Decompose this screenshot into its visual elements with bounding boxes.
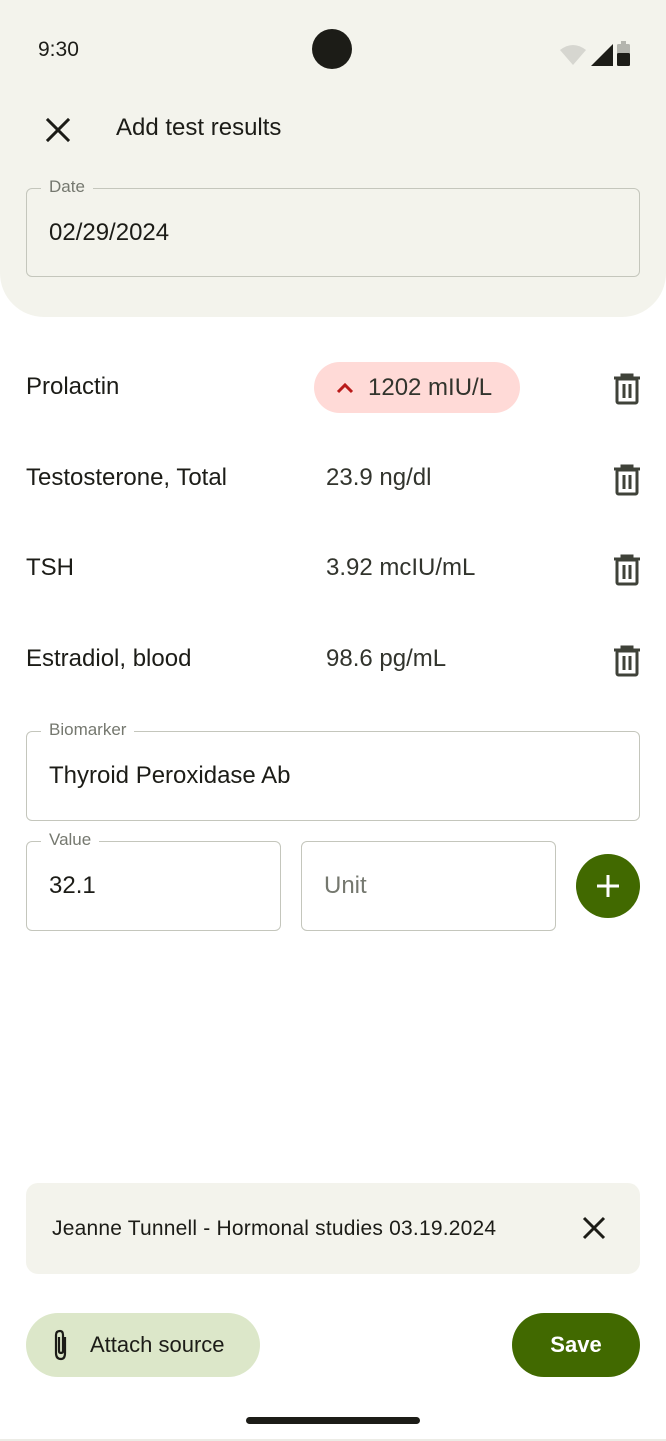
biomarker-field[interactable]: Biomarker Thyroid Peroxidase Ab — [26, 720, 640, 821]
value-field[interactable]: Value 32.1 — [26, 830, 281, 931]
result-name: Estradiol, blood — [26, 644, 192, 672]
wifi-icon — [560, 45, 586, 65]
result-value: 3.92 mcIU/mL — [326, 554, 476, 581]
delete-button[interactable] — [605, 548, 649, 592]
trash-icon — [614, 645, 640, 676]
status-time: 9:30 — [38, 38, 79, 61]
delete-button[interactable] — [605, 367, 649, 411]
battery-icon — [617, 41, 630, 66]
unit-field[interactable]: Unit — [301, 841, 556, 931]
result-value: 23.9 ng/dl — [326, 463, 432, 491]
attach-source-button[interactable]: Attach source — [26, 1313, 260, 1377]
attached-source-card: Jeanne Tunnell - Hormonal studies 03.19.… — [26, 1183, 640, 1274]
top-sheet: 9:30 Add test results Date 02/29/2024 — [0, 0, 666, 317]
value-field-value[interactable]: 32.1 — [49, 842, 272, 930]
status-icons — [559, 40, 630, 66]
add-result-button[interactable] — [576, 854, 640, 918]
save-button[interactable]: Save — [512, 1313, 640, 1377]
close-icon — [582, 1216, 606, 1240]
result-row: TSH 3.92 mcIU/mL — [0, 523, 666, 614]
result-name: TSH — [26, 554, 74, 581]
home-indicator[interactable] — [246, 1417, 420, 1424]
trash-icon — [614, 373, 640, 405]
result-name: Prolactin — [26, 373, 120, 400]
plus-icon — [597, 875, 619, 897]
result-value-flagged: 1202 mIU/L — [314, 362, 521, 413]
unit-field-placeholder[interactable]: Unit — [324, 842, 547, 930]
remove-source-button[interactable] — [572, 1206, 616, 1250]
status-bar: 9:30 — [0, 0, 666, 100]
biomarker-field-value[interactable]: Thyroid Peroxidase Ab — [49, 732, 631, 820]
result-row: Estradiol, blood 98.6 pg/mL — [0, 614, 666, 705]
chevron-up-icon — [336, 382, 354, 393]
close-button[interactable] — [36, 108, 80, 152]
result-row: Prolactin 1202 mIU/L — [0, 342, 666, 433]
app-bar: Add test results — [0, 100, 666, 158]
result-name: Testosterone, Total — [26, 463, 228, 491]
attach-source-label: Attach source — [90, 1332, 225, 1357]
delete-button[interactable] — [605, 458, 649, 502]
delete-button[interactable] — [605, 639, 649, 683]
date-field[interactable]: Date 02/29/2024 — [26, 177, 640, 277]
source-name: Jeanne Tunnell - Hormonal studies 03.19.… — [52, 1216, 497, 1240]
date-field-value[interactable]: 02/29/2024 — [49, 189, 631, 276]
result-row: Testosterone, Total 23.9 ng/dl — [0, 433, 666, 524]
save-label: Save — [550, 1332, 602, 1357]
camera-cutout — [312, 29, 352, 69]
paperclip-icon — [54, 1329, 67, 1361]
trash-icon — [614, 464, 640, 495]
result-value-text: 1202 mIU/L — [368, 373, 493, 401]
trash-icon — [614, 554, 640, 586]
results-list: Prolactin 1202 mIU/L Testosterone, Total… — [0, 342, 666, 704]
signal-icon — [591, 44, 613, 66]
close-icon — [45, 117, 71, 143]
result-value: 98.6 pg/mL — [326, 644, 447, 672]
page-title: Add test results — [116, 114, 282, 141]
